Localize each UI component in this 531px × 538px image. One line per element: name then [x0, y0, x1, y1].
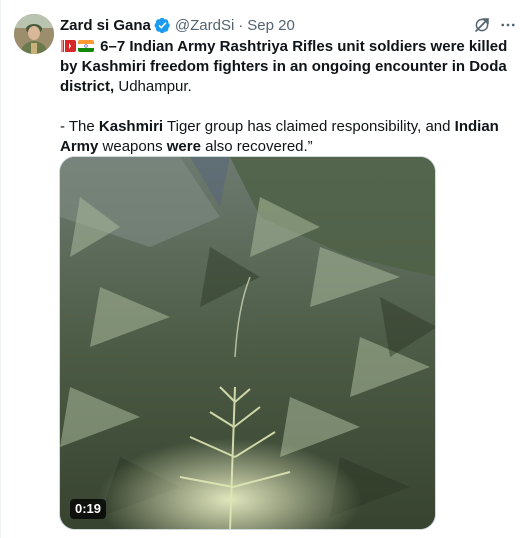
tweet-card[interactable]: Zard si Gana @ZardSi · Sep 20 6–7 Indian… [0, 0, 531, 538]
tweet-text-seg: weapons [98, 138, 167, 155]
tweet-paragraph-2: - The Kashmiri Tiger group has claimed r… [60, 117, 522, 157]
india-flag-icon [78, 40, 94, 52]
video-duration-badge: 0:19 [70, 499, 107, 519]
header-separator: · [238, 16, 244, 34]
video-thumbnail [60, 157, 435, 529]
verified-badge-icon[interactable] [154, 17, 171, 34]
kashmir-flag-icon [60, 40, 76, 52]
tweet-text: 6–7 Indian Army Rashtriya Rifles unit so… [60, 37, 522, 157]
tweet-text-seg: Tiger group has claimed responsibility, … [163, 118, 455, 135]
more-options-icon[interactable] [499, 16, 517, 34]
author-avatar[interactable] [14, 14, 54, 54]
tweet-text-bold: were [166, 138, 201, 155]
tweet-timestamp[interactable]: Sep 20 [247, 17, 295, 34]
grok-icon[interactable] [473, 16, 491, 34]
tweet-text-seg: - The [60, 118, 99, 135]
tweet-header: Zard si Gana @ZardSi · Sep 20 [60, 15, 521, 35]
author-display-name[interactable]: Zard si Gana [60, 17, 151, 34]
author-handle[interactable]: @ZardSi [175, 17, 234, 34]
tweet-text-seg: also recovered.” [200, 138, 313, 155]
avatar-image [14, 14, 54, 54]
tweet-text-bold: Kashmiri [98, 118, 164, 135]
tweet-paragraph-1: 6–7 Indian Army Rashtriya Rifles unit so… [60, 37, 522, 97]
video-player[interactable]: 0:19 [59, 156, 436, 530]
tweet-text-rest-1: Udhampur. [114, 78, 192, 95]
